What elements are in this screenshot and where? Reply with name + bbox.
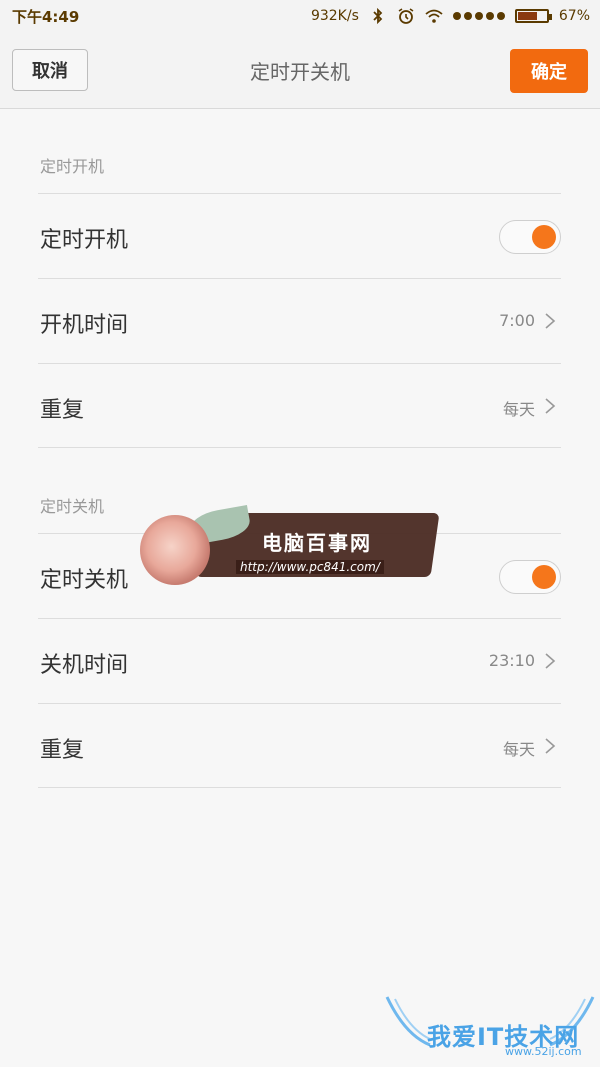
- confirm-button[interactable]: 确定: [510, 49, 588, 93]
- toggle-knob: [532, 565, 556, 589]
- alarm-icon: [398, 8, 414, 24]
- chevron-right-icon: [545, 313, 556, 329]
- power-on-time-value: 7:00: [499, 311, 535, 330]
- wifi-icon: [425, 9, 443, 23]
- section-header-power-off: 定时关机: [40, 497, 105, 516]
- battery-percent: 67%: [558, 8, 590, 24]
- bluetooth-icon: [373, 7, 383, 25]
- row-power-off-repeat[interactable]: 重复 每天: [38, 703, 561, 788]
- battery-icon: [514, 9, 552, 23]
- chevron-right-icon: [545, 398, 556, 414]
- row-power-on-time[interactable]: 开机时间 7:00: [38, 278, 561, 363]
- power-off-repeat-value: 每天: [502, 740, 535, 759]
- toggle-knob: [532, 225, 556, 249]
- power-on-repeat-value: 每天: [502, 400, 535, 419]
- status-time: 下午4:49: [12, 8, 80, 26]
- watermark-url: http://www.pc841.com/: [236, 560, 384, 574]
- chevron-right-icon: [545, 653, 556, 669]
- rose-icon: [140, 515, 210, 585]
- status-bar: 下午4:49 932K/s 67%: [0, 0, 600, 32]
- watermark: 电脑百事网 http://www.pc841.com/: [140, 505, 440, 595]
- row-label: 关机时间: [40, 653, 129, 678]
- navigation-bar: 取消 定时开关机 确定: [0, 32, 600, 109]
- watermark-text: 电脑百事网: [262, 531, 372, 555]
- signal-icon: [452, 12, 505, 20]
- row-label: 定时开机: [40, 228, 129, 253]
- section-header-power-on: 定时开机: [40, 157, 105, 176]
- row-label: 重复: [40, 738, 85, 763]
- network-speed: 932K/s: [310, 8, 359, 24]
- row-power-on-repeat[interactable]: 重复 每天: [38, 363, 561, 448]
- power-off-toggle[interactable]: [499, 560, 561, 594]
- row-power-off-time[interactable]: 关机时间 23:10: [38, 618, 561, 703]
- status-icons: 932K/s 67%: [311, 6, 590, 26]
- row-label: 开机时间: [40, 313, 129, 338]
- row-label: 定时关机: [40, 568, 129, 593]
- power-off-time-value: 23:10: [488, 651, 535, 670]
- footer-logo: 我爱IT技术网 www.52ij.com: [385, 995, 595, 1061]
- power-on-toggle[interactable]: [499, 220, 561, 254]
- chevron-right-icon: [545, 738, 556, 754]
- row-label: 重复: [40, 398, 85, 423]
- footer-logo-url: www.52ij.com: [505, 1045, 582, 1058]
- row-power-on-toggle[interactable]: 定时开机: [38, 193, 561, 278]
- battery-fill: [517, 12, 537, 20]
